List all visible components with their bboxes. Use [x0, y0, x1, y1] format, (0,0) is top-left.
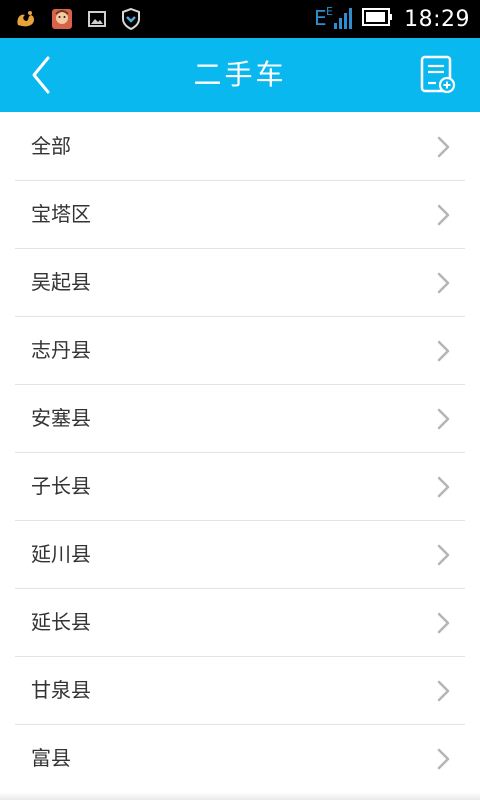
list-item[interactable]: 富县: [15, 725, 465, 792]
list-item-label: 吴起县: [31, 270, 91, 294]
system-indicators: E E 18:29: [314, 4, 470, 34]
network-type-label: E: [314, 6, 327, 30]
page-title: 二手车: [193, 58, 287, 91]
list-item[interactable]: 全部: [15, 113, 465, 181]
chevron-right-icon: [437, 272, 450, 294]
chevron-right-icon: [437, 612, 450, 634]
status-time: 18:29: [404, 6, 470, 32]
list-item[interactable]: 延长县: [15, 589, 465, 657]
chevron-right-icon: [437, 136, 450, 158]
battery-icon: [362, 7, 394, 31]
list-item[interactable]: 吴起县: [15, 249, 465, 317]
bottom-shadow: [0, 792, 480, 800]
list-item-label: 富县: [31, 746, 71, 770]
list-item-label: 子长县: [31, 474, 91, 498]
post-listing-button[interactable]: [414, 52, 460, 98]
status-bar: E E 18:29: [0, 0, 480, 38]
network-signal-icon: E E: [314, 3, 353, 35]
svg-text:E: E: [326, 5, 333, 18]
chevron-left-icon: [32, 56, 50, 94]
shield-app-icon: [120, 7, 142, 35]
district-list: 全部 宝塔区 吴起县 志丹县 安塞县 子长县 延川县 延长县 甘泉县 富县: [15, 113, 465, 792]
chevron-right-icon: [437, 340, 450, 362]
avatar-app-icon: [50, 7, 74, 35]
uc-browser-icon: [14, 7, 38, 35]
chevron-right-icon: [437, 408, 450, 430]
list-item-label: 延川县: [31, 542, 91, 566]
list-item-label: 宝塔区: [31, 202, 91, 226]
app-bar: 二手车: [0, 38, 480, 112]
list-item[interactable]: 甘泉县: [15, 657, 465, 725]
list-item-label: 全部: [31, 134, 71, 158]
list-item-label: 安塞县: [31, 406, 91, 430]
list-item[interactable]: 安塞县: [15, 385, 465, 453]
gallery-icon: [86, 8, 108, 34]
chevron-right-icon: [437, 476, 450, 498]
chevron-right-icon: [437, 680, 450, 702]
list-item[interactable]: 子长县: [15, 453, 465, 521]
chevron-right-icon: [437, 544, 450, 566]
list-item[interactable]: 延川县: [15, 521, 465, 589]
chevron-right-icon: [437, 748, 450, 770]
list-item-label: 延长县: [31, 610, 91, 634]
document-add-icon: [420, 55, 456, 94]
list-item-label: 志丹县: [31, 338, 91, 362]
back-button[interactable]: [18, 48, 68, 102]
list-item-label: 甘泉县: [31, 678, 91, 702]
list-item[interactable]: 宝塔区: [15, 181, 465, 249]
notification-icons: [14, 7, 142, 35]
chevron-right-icon: [437, 204, 450, 226]
list-item[interactable]: 志丹县: [15, 317, 465, 385]
